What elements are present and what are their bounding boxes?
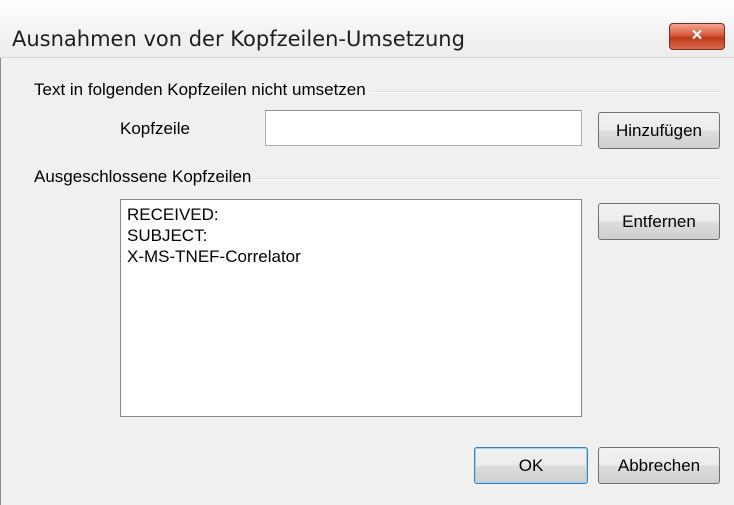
kopfzeile-input[interactable] <box>265 110 582 146</box>
add-button[interactable]: Hinzufügen <box>598 112 720 149</box>
list-item[interactable]: X-MS-TNEF-Correlator <box>121 246 581 267</box>
kopfzeile-label: Kopfzeile <box>120 119 190 138</box>
excluded-headers-list[interactable]: RECEIVED: SUBJECT: X-MS-TNEF-Correlator <box>120 199 582 417</box>
window-title: Ausnahmen von der Kopfzeilen-Umsetzung <box>12 27 465 51</box>
section-heading-excluded: Ausgeschlossene Kopfzeilen <box>34 167 256 187</box>
title-bar: Ausnahmen von der Kopfzeilen-Umsetzung × <box>0 0 734 58</box>
ok-button[interactable]: OK <box>474 447 588 484</box>
remove-button[interactable]: Entfernen <box>598 203 720 240</box>
section-heading-text: Text in folgenden Kopfzeilen nicht umset… <box>34 80 370 100</box>
list-item[interactable]: SUBJECT: <box>121 225 581 246</box>
close-button[interactable]: × <box>669 23 725 50</box>
cancel-button[interactable]: Abbrechen <box>598 447 720 484</box>
close-icon: × <box>691 25 703 46</box>
window-border <box>0 58 1 505</box>
list-item[interactable]: RECEIVED: <box>121 204 581 225</box>
